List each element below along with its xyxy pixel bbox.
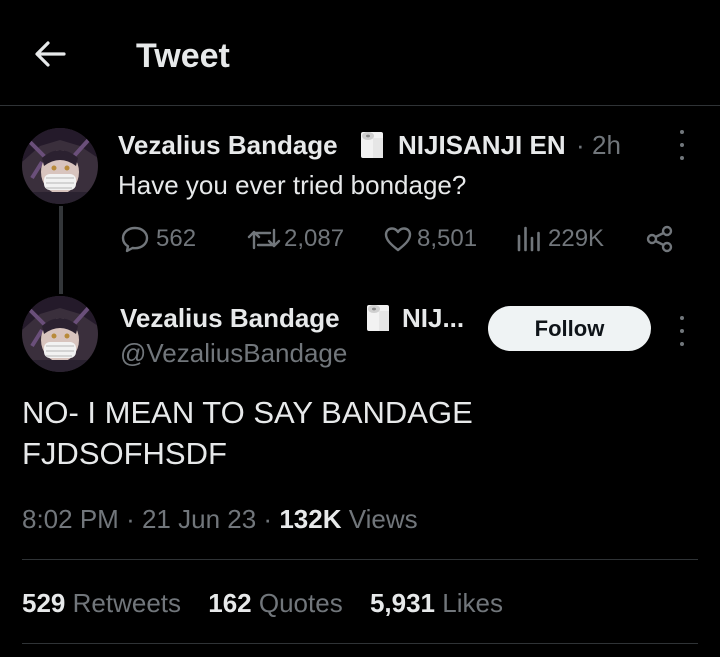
more-options-button[interactable] [670, 316, 694, 346]
divider [22, 559, 698, 560]
quotes-label: Quotes [258, 588, 343, 618]
tweet-page: Tweet Vezalius Bandage NIJISANJI EN · 2h… [0, 0, 720, 657]
author-handle[interactable]: @VezaliusBandage [120, 337, 347, 369]
tweet-text: NO- I MEAN TO SAY BANDAGE FJDSOFHSDF [22, 392, 682, 474]
toilet-paper-roll-icon [367, 305, 389, 331]
views-count: 132K [279, 504, 342, 534]
separator-dot: · [263, 504, 273, 534]
tweet-time[interactable]: 8:02 PM [22, 504, 119, 534]
top-bar: Tweet [0, 0, 720, 106]
like-button[interactable]: 8,501 [383, 222, 477, 256]
retweet-arrows-icon [247, 228, 281, 250]
author-name[interactable]: Vezalius Bandage [120, 302, 340, 334]
like-count: 8,501 [417, 225, 478, 252]
parent-author-name[interactable]: Vezalius Bandage [118, 129, 338, 161]
separator-dot: · [576, 130, 585, 160]
tweet-meta: 8:02 PM · 21 Jun 23 · 132K Views [22, 503, 418, 535]
vertical-ellipsis-icon [680, 316, 684, 320]
engagement-stats: 529 Retweets 162 Quotes 5,931 Likes [22, 587, 523, 619]
reply-count: 562 [156, 225, 197, 252]
views-count: 229K [548, 225, 605, 252]
views-button[interactable]: 229K [514, 222, 604, 256]
heart-icon [384, 227, 412, 252]
toilet-paper-roll-icon [361, 132, 383, 158]
vertical-ellipsis-icon [680, 130, 684, 134]
avatar[interactable] [22, 128, 98, 204]
avatar-image [22, 128, 98, 204]
views-label: Views [348, 504, 418, 534]
reply-button[interactable]: 562 [120, 222, 196, 256]
more-options-button[interactable] [670, 130, 694, 160]
likes-stat[interactable]: 5,931 Likes [370, 588, 503, 618]
share-nodes-icon [646, 225, 673, 253]
page-title: Tweet [136, 37, 230, 75]
retweet-count: 2,087 [284, 225, 345, 252]
retweet-button[interactable]: 2,087 [246, 222, 344, 256]
separator-dot: · [126, 504, 135, 534]
retweets-label: Retweets [72, 588, 182, 618]
avatar-image [22, 296, 98, 372]
divider [22, 643, 698, 644]
tweet-text-line: NO- I MEAN TO SAY BANDAGE [22, 395, 473, 430]
speech-bubble-icon [121, 226, 149, 253]
likes-count: 5,931 [369, 588, 436, 618]
thread-connector-line [59, 206, 63, 294]
likes-label: Likes [442, 588, 503, 618]
affiliation-label[interactable]: NIJ... [402, 302, 464, 334]
quotes-stat[interactable]: 162 Quotes [208, 588, 342, 618]
arrow-left-icon [35, 41, 66, 67]
parent-tweet-text: Have you ever tried bondage? [118, 170, 467, 200]
quotes-count: 162 [208, 588, 252, 618]
parent-affiliation[interactable]: NIJISANJI EN [398, 129, 566, 161]
tweet-text-line: FJDSOFHSDF [22, 436, 227, 471]
retweets-stat[interactable]: 529 Retweets [22, 588, 181, 618]
tweet-date[interactable]: 21 Jun 23 [142, 504, 256, 534]
bar-chart-icon [517, 226, 540, 252]
avatar[interactable] [22, 296, 98, 372]
retweets-count: 529 [22, 588, 66, 618]
back-button[interactable] [30, 36, 70, 72]
parent-timestamp[interactable]: 2h [592, 129, 621, 161]
share-button[interactable] [645, 222, 675, 256]
follow-button[interactable]: Follow [488, 306, 651, 351]
